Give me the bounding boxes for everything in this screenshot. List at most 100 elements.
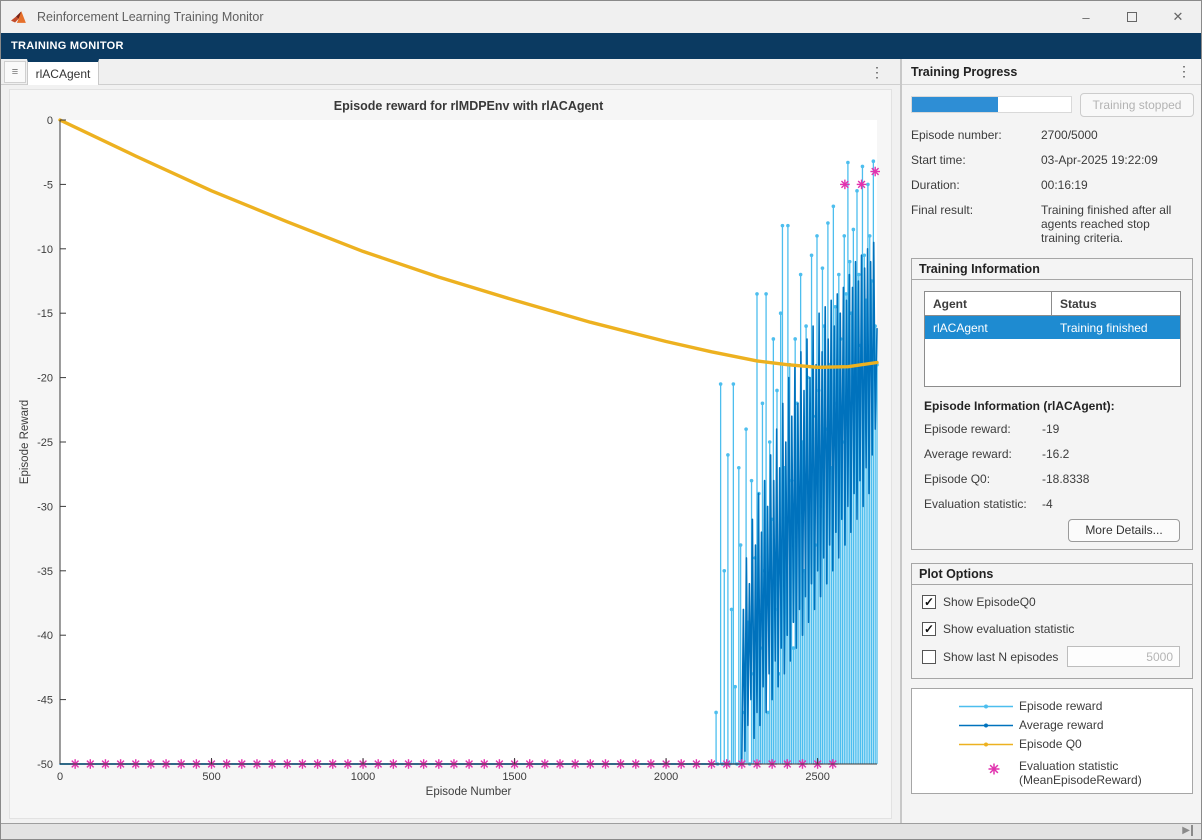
episode-q0-label: Episode Q0: <box>924 472 1042 486</box>
svg-text:-15: -15 <box>37 308 53 320</box>
final-result-row: Final result:Training finished after all… <box>911 203 1195 245</box>
show-last-n-episodes-option[interactable]: Show last N episodes <box>922 650 1058 664</box>
sidebar-menu-icon[interactable]: ⋮ <box>1176 63 1192 81</box>
svg-text:-25: -25 <box>37 437 53 449</box>
episode-reward-row: Episode reward:-19 <box>924 422 1184 436</box>
duration-value: 00:16:19 <box>1041 178 1191 192</box>
svg-text:Episode Number: Episode Number <box>426 786 512 798</box>
svg-text:Episode Reward: Episode Reward <box>19 400 31 484</box>
episode-information-title: Episode Information (rlACAgent): <box>924 399 1115 413</box>
legend-item-episode-q0: Episode Q0 <box>912 735 1192 754</box>
average-reward-row: Average reward:-16.2 <box>924 447 1184 461</box>
tab-rlacagent[interactable]: rlACAgent <box>27 59 99 85</box>
svg-text:-50: -50 <box>37 759 53 771</box>
minimize-icon[interactable]: – <box>1063 1 1109 33</box>
legend-episode-q0-label: Episode Q0 <box>1019 737 1082 751</box>
matlab-logo-icon <box>11 10 29 25</box>
svg-text:-40: -40 <box>37 630 53 642</box>
duration-row: Duration:00:16:19 <box>911 178 1195 192</box>
status-column-header: Status <box>1052 292 1180 315</box>
sidebar-title: Training Progress <box>911 65 1017 79</box>
svg-text:-30: -30 <box>37 501 53 513</box>
tab-list-icon[interactable]: ≡ <box>4 61 26 83</box>
legend-item-average-reward: Average reward <box>912 716 1192 735</box>
svg-text:2500: 2500 <box>805 771 829 783</box>
legend-episode-reward-label: Episode reward <box>1019 699 1102 713</box>
show-evaluation-statistic-option[interactable]: ✓ Show evaluation statistic <box>922 622 1074 636</box>
show-episodeq0-label: Show EpisodeQ0 <box>943 595 1036 609</box>
table-row[interactable]: rlACAgent Training finished <box>925 316 1180 339</box>
chart-legend: Episode reward Average reward Episode Q0… <box>911 688 1193 794</box>
agent-column-header: Agent <box>925 292 1052 315</box>
show-evaluation-statistic-label: Show evaluation statistic <box>943 622 1074 636</box>
tab-actions-menu-icon[interactable]: ⋮ <box>868 62 886 82</box>
average-reward-swatch-icon <box>957 716 1015 735</box>
window-controls: – ✕ <box>1063 1 1201 33</box>
episode-reward-value: -19 <box>1042 422 1059 436</box>
average-reward-value: -16.2 <box>1042 447 1069 461</box>
sidebar-header: Training Progress ⋮ <box>902 59 1202 85</box>
start-time-row: Start time:03-Apr-2025 19:22:09 <box>911 153 1195 167</box>
show-episodeq0-checkbox[interactable]: ✓ <box>922 595 936 609</box>
show-last-n-episodes-checkbox[interactable] <box>922 650 936 664</box>
training-progress-bar <box>911 96 1072 113</box>
svg-text:-45: -45 <box>37 695 53 707</box>
episode-number-row: Episode number:2700/5000 <box>911 128 1195 142</box>
status-cell: Training finished <box>1052 316 1180 339</box>
svg-text:0: 0 <box>47 115 53 127</box>
episode-reward-label: Episode reward: <box>924 422 1042 436</box>
maximize-icon[interactable] <box>1109 1 1155 33</box>
final-result-value: Training finished after all agents reach… <box>1041 203 1191 245</box>
ribbon-tab-training-monitor[interactable]: TRAINING MONITOR <box>11 40 124 52</box>
app-window: Reinforcement Learning Training Monitor … <box>0 0 1202 840</box>
close-icon[interactable]: ✕ <box>1155 1 1201 33</box>
episode-reward-swatch-icon <box>957 697 1015 716</box>
ribbon-toolstrip: TRAINING MONITOR <box>1 33 1201 59</box>
more-details-button[interactable]: More Details... <box>1068 519 1180 542</box>
evaluation-statistic-row: Evaluation statistic:-4 <box>924 497 1184 511</box>
start-time-label: Start time: <box>911 153 1041 167</box>
training-information-title: Training Information <box>912 259 1192 280</box>
evaluation-statistic-asterisk-icon <box>957 757 1015 776</box>
legend-item-episode-reward: Episode reward <box>912 697 1192 716</box>
agent-status-table: Agent Status rlACAgent Training finished <box>924 291 1181 387</box>
episode-q0-value: -18.8338 <box>1042 472 1089 486</box>
title-bar: Reinforcement Learning Training Monitor … <box>1 1 1201 33</box>
svg-text:1500: 1500 <box>502 771 526 783</box>
show-episodeq0-option[interactable]: ✓ Show EpisodeQ0 <box>922 595 1036 609</box>
plot-options-title: Plot Options <box>912 564 1192 585</box>
svg-text:Episode reward for rlMDPEnv wi: Episode reward for rlMDPEnv with rlACAge… <box>334 99 604 113</box>
average-reward-label: Average reward: <box>924 447 1042 461</box>
training-information-panel: Training Information Agent Status rlACAg… <box>911 258 1193 550</box>
document-tab-bar: ≡ rlACAgent ⋮ <box>1 59 900 85</box>
training-progress-sidebar: Training Progress ⋮ Training stopped Epi… <box>902 59 1202 823</box>
episode-q0-swatch-icon <box>957 735 1015 754</box>
svg-text:0: 0 <box>57 771 63 783</box>
expand-right-icon[interactable]: ▶ <box>1182 825 1193 836</box>
svg-text:-10: -10 <box>37 244 53 256</box>
show-evaluation-statistic-checkbox[interactable]: ✓ <box>922 622 936 636</box>
chart-document-area: 050010001500200025000-5-10-15-20-25-30-3… <box>1 85 900 823</box>
evaluation-statistic-value: -4 <box>1042 497 1053 511</box>
svg-text:500: 500 <box>202 771 220 783</box>
legend-evaluation-statistic-label2: (MeanEpisodeReward) <box>1019 773 1142 787</box>
legend-evaluation-statistic-label: Evaluation statistic <box>1019 759 1118 773</box>
training-stopped-button[interactable]: Training stopped <box>1080 93 1194 117</box>
plot-options-panel: Plot Options ✓ Show EpisodeQ0 ✓ Show eva… <box>911 563 1193 679</box>
training-progress-fill <box>912 97 998 112</box>
episode-reward-chart: 050010001500200025000-5-10-15-20-25-30-3… <box>1 85 900 823</box>
duration-label: Duration: <box>911 178 1041 192</box>
svg-text:2000: 2000 <box>654 771 678 783</box>
show-last-n-episodes-label: Show last N episodes <box>943 650 1058 664</box>
legend-average-reward-label: Average reward <box>1019 718 1104 732</box>
agent-cell: rlACAgent <box>925 316 1052 339</box>
episode-number-value: 2700/5000 <box>1041 128 1191 142</box>
final-result-label: Final result: <box>911 203 1041 217</box>
svg-text:-20: -20 <box>37 373 53 385</box>
svg-text:-35: -35 <box>37 566 53 578</box>
bottom-status-bar: ▶ <box>1 823 1201 839</box>
episode-number-label: Episode number: <box>911 128 1041 142</box>
episode-q0-row: Episode Q0:-18.8338 <box>924 472 1184 486</box>
n-episodes-input[interactable] <box>1067 646 1180 667</box>
svg-text:1000: 1000 <box>351 771 375 783</box>
